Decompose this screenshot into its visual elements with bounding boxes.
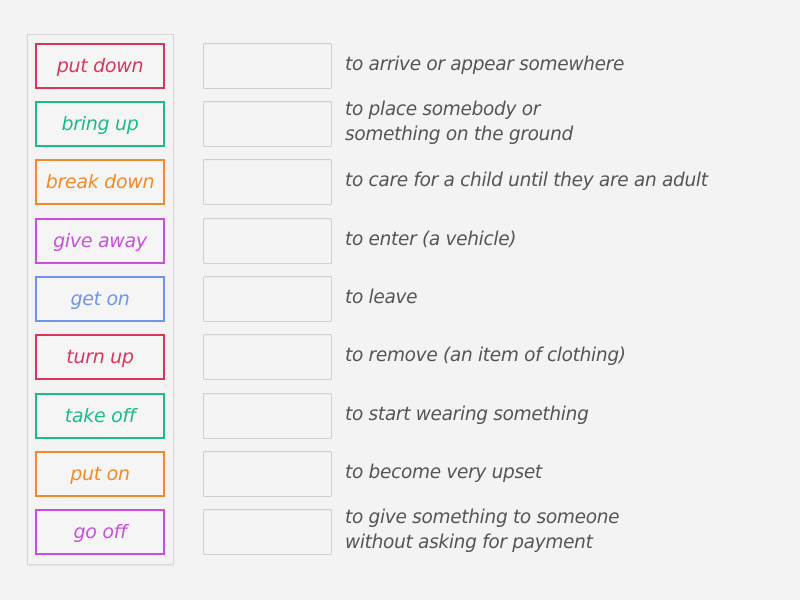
answer-drop-slot[interactable]	[203, 451, 332, 497]
answer-drop-slot[interactable]	[203, 393, 332, 439]
phrasal-verb-tile[interactable]: give away	[35, 218, 165, 264]
definition-text: to give something to someone without ask…	[345, 507, 620, 553]
phrasal-verb-tile[interactable]: go off	[35, 509, 165, 555]
answer-drop-slot[interactable]	[203, 218, 332, 264]
answer-drop-slot[interactable]	[203, 276, 332, 322]
phrasal-verb-tile[interactable]: take off	[35, 393, 165, 439]
definition-text: to arrive or appear somewhere	[345, 54, 625, 75]
phrasal-verb-tile[interactable]: break down	[35, 159, 165, 205]
answer-drop-slot[interactable]	[203, 334, 332, 380]
definition-text: to become very upset	[345, 462, 542, 483]
phrasal-verb-tile[interactable]: turn up	[35, 334, 165, 380]
definition-text: to leave	[345, 287, 418, 308]
definition-text: to enter (a vehicle)	[345, 229, 517, 250]
phrasal-verb-tile[interactable]: put on	[35, 451, 165, 497]
phrasal-verb-tile[interactable]: put down	[35, 43, 165, 89]
answer-drop-slot[interactable]	[203, 101, 332, 147]
definition-text: to remove (an item of clothing)	[345, 345, 626, 366]
phrasal-verb-tile[interactable]: bring up	[35, 101, 165, 147]
definition-text: to care for a child until they are an ad…	[345, 170, 708, 191]
answer-drop-slot[interactable]	[203, 43, 332, 89]
definition-text: to start wearing something	[345, 404, 589, 425]
definition-text: to place somebody or something on the gr…	[345, 99, 573, 145]
answer-drop-slot[interactable]	[203, 159, 332, 205]
answer-drop-slot[interactable]	[203, 509, 332, 555]
phrasal-verb-tile[interactable]: get on	[35, 276, 165, 322]
